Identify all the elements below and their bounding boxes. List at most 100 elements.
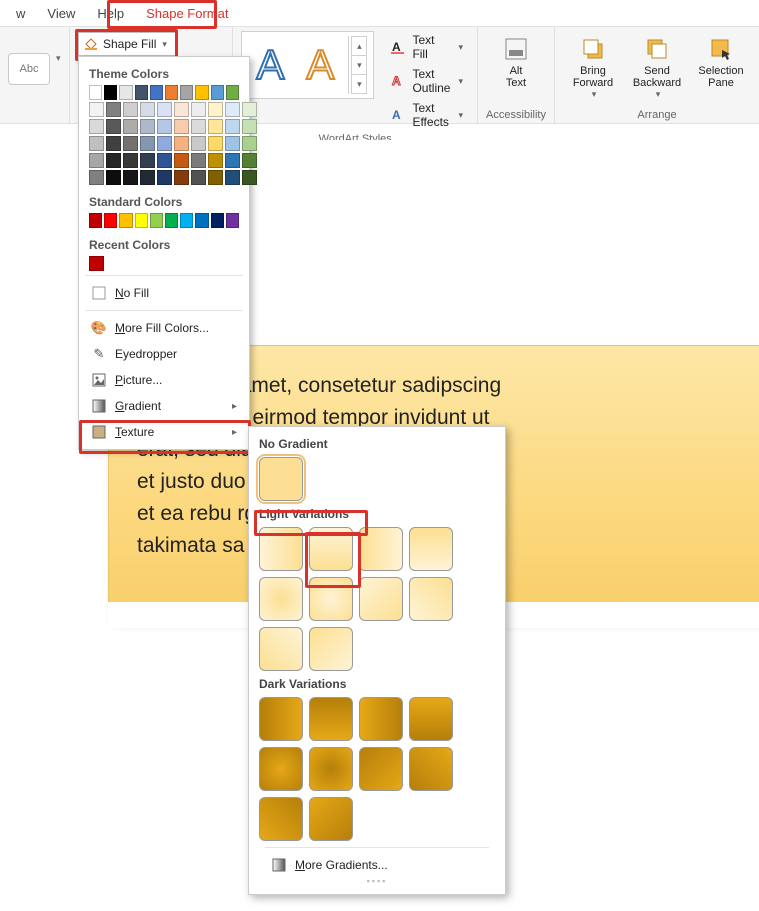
color-swatch[interactable] bbox=[180, 85, 193, 100]
gradient-tile[interactable] bbox=[309, 797, 353, 841]
color-swatch[interactable] bbox=[123, 136, 138, 151]
color-swatch[interactable] bbox=[123, 119, 138, 134]
gradient-tile[interactable] bbox=[309, 747, 353, 791]
text-outline-button[interactable]: A Text Outline▾ bbox=[384, 65, 469, 97]
color-swatch[interactable] bbox=[106, 170, 121, 185]
gradient-tile[interactable] bbox=[409, 527, 453, 571]
color-swatch[interactable] bbox=[225, 136, 240, 151]
color-swatch[interactable] bbox=[225, 170, 240, 185]
chevron-down-icon[interactable]: ▾ bbox=[351, 55, 367, 74]
color-swatch[interactable] bbox=[242, 170, 257, 185]
color-swatch[interactable] bbox=[242, 102, 257, 117]
color-swatch[interactable] bbox=[225, 102, 240, 117]
color-swatch[interactable] bbox=[208, 119, 223, 134]
color-swatch[interactable] bbox=[140, 119, 155, 134]
color-swatch[interactable] bbox=[119, 213, 132, 228]
wordart-gallery[interactable]: A A ▴ ▾ ▾ bbox=[241, 31, 374, 99]
color-swatch[interactable] bbox=[242, 119, 257, 134]
wordart-style-1[interactable]: A bbox=[248, 41, 292, 89]
color-swatch[interactable] bbox=[208, 170, 223, 185]
more-fill-colors-item[interactable]: 🎨 More Fill Colors... bbox=[79, 315, 249, 341]
color-swatch[interactable] bbox=[174, 119, 189, 134]
resize-grip[interactable]: ▪▪▪▪ bbox=[259, 878, 495, 884]
more-icon[interactable]: ▾ bbox=[351, 74, 367, 94]
gradient-tile[interactable] bbox=[259, 627, 303, 671]
color-swatch[interactable] bbox=[174, 136, 189, 151]
chevron-up-icon[interactable]: ▴ bbox=[351, 36, 367, 55]
color-swatch[interactable] bbox=[106, 119, 121, 134]
gradient-tile[interactable] bbox=[259, 747, 303, 791]
more-gradients-item[interactable]: More Gradients... bbox=[259, 852, 495, 878]
color-swatch[interactable] bbox=[226, 213, 239, 228]
gradient-tile[interactable] bbox=[409, 577, 453, 621]
color-swatch[interactable] bbox=[208, 102, 223, 117]
gradient-tile[interactable] bbox=[309, 627, 353, 671]
gradient-tile[interactable] bbox=[359, 697, 403, 741]
color-swatch[interactable] bbox=[135, 85, 148, 100]
gradient-tile[interactable] bbox=[359, 577, 403, 621]
gradient-tile[interactable] bbox=[409, 697, 453, 741]
color-swatch[interactable] bbox=[140, 153, 155, 168]
gradient-tile[interactable] bbox=[259, 577, 303, 621]
color-swatch[interactable] bbox=[157, 170, 172, 185]
color-swatch[interactable] bbox=[89, 85, 102, 100]
color-swatch[interactable] bbox=[242, 136, 257, 151]
color-swatch[interactable] bbox=[157, 136, 172, 151]
menu-item-view[interactable]: View bbox=[37, 2, 85, 25]
color-swatch[interactable] bbox=[106, 102, 121, 117]
picture-item[interactable]: Picture... bbox=[79, 367, 249, 393]
color-swatch[interactable] bbox=[150, 213, 163, 228]
gradient-tile[interactable] bbox=[359, 527, 403, 571]
color-swatch[interactable] bbox=[211, 85, 224, 100]
color-swatch[interactable] bbox=[123, 170, 138, 185]
color-swatch[interactable] bbox=[191, 136, 206, 151]
color-swatch[interactable] bbox=[211, 213, 224, 228]
color-swatch[interactable] bbox=[180, 213, 193, 228]
color-swatch[interactable] bbox=[208, 136, 223, 151]
color-swatch[interactable] bbox=[226, 85, 239, 100]
send-backward-button[interactable]: Send Backward▾ bbox=[627, 31, 687, 104]
gradient-tile[interactable] bbox=[259, 797, 303, 841]
color-swatch[interactable] bbox=[140, 170, 155, 185]
menu-item-w[interactable]: w bbox=[6, 2, 35, 25]
gallery-scroll[interactable]: ▴ ▾ ▾ bbox=[348, 36, 367, 94]
bring-forward-button[interactable]: Bring Forward▾ bbox=[563, 31, 623, 104]
gradient-tile[interactable] bbox=[309, 697, 353, 741]
wordart-style-2[interactable]: A bbox=[298, 41, 342, 89]
color-swatch[interactable] bbox=[242, 153, 257, 168]
color-swatch[interactable] bbox=[89, 136, 104, 151]
color-swatch[interactable] bbox=[123, 153, 138, 168]
gradient-tile[interactable] bbox=[259, 697, 303, 741]
color-swatch[interactable] bbox=[104, 85, 117, 100]
color-swatch[interactable] bbox=[157, 153, 172, 168]
texture-item[interactable]: Texture ▸ bbox=[79, 419, 249, 445]
eyedropper-item[interactable]: ✎ Eyedropper bbox=[79, 341, 249, 367]
color-swatch[interactable] bbox=[150, 85, 163, 100]
color-swatch[interactable] bbox=[106, 136, 121, 151]
color-swatch[interactable] bbox=[165, 85, 178, 100]
color-swatch[interactable] bbox=[119, 85, 132, 100]
color-swatch[interactable] bbox=[123, 102, 138, 117]
color-swatch[interactable] bbox=[89, 153, 104, 168]
shape-fill-button[interactable]: Shape Fill ▾ bbox=[78, 32, 178, 56]
color-swatch[interactable] bbox=[89, 256, 104, 271]
gradient-tile-no-gradient[interactable] bbox=[259, 457, 303, 501]
color-swatch[interactable] bbox=[225, 119, 240, 134]
gradient-tile[interactable] bbox=[259, 527, 303, 571]
text-effects-button[interactable]: A Text Effects▾ bbox=[384, 99, 469, 131]
color-swatch[interactable] bbox=[89, 170, 104, 185]
gradient-tile[interactable] bbox=[309, 577, 353, 621]
gradient-item[interactable]: Gradient ▸ bbox=[79, 393, 249, 419]
text-fill-button[interactable]: A Text Fill▾ bbox=[384, 31, 469, 63]
color-swatch[interactable] bbox=[135, 213, 148, 228]
color-swatch[interactable] bbox=[191, 153, 206, 168]
color-swatch[interactable] bbox=[106, 153, 121, 168]
color-swatch[interactable] bbox=[191, 170, 206, 185]
color-swatch[interactable] bbox=[195, 85, 208, 100]
color-swatch[interactable] bbox=[225, 153, 240, 168]
menu-item-help[interactable]: Help bbox=[87, 2, 134, 25]
color-swatch[interactable] bbox=[191, 102, 206, 117]
menu-item-shape-format[interactable]: Shape Format bbox=[136, 2, 238, 25]
shape-style-sample[interactable]: Abc bbox=[8, 53, 50, 85]
color-swatch[interactable] bbox=[89, 102, 104, 117]
